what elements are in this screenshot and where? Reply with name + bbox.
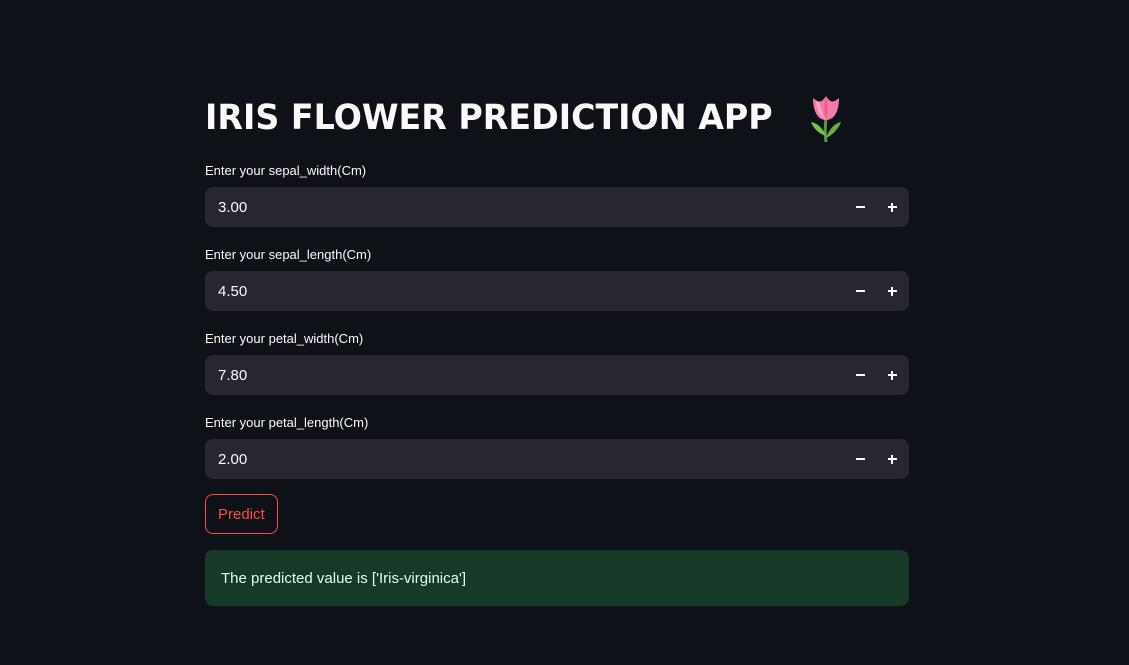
sepal-width-decrement-button[interactable] xyxy=(844,187,876,227)
petal-width-number-input xyxy=(205,354,909,396)
petal-length-number-input xyxy=(205,438,909,480)
sepal-length-number-input xyxy=(205,270,909,312)
plus-icon xyxy=(887,202,897,212)
sepal-width-input[interactable] xyxy=(205,186,844,228)
sepal-length-field: Enter your sepal_length(Cm) xyxy=(205,246,909,312)
petal-length-label: Enter your petal_length(Cm) xyxy=(205,415,369,430)
petal-length-increment-button[interactable] xyxy=(876,439,908,479)
minus-icon xyxy=(855,206,865,208)
sepal-width-increment-button[interactable] xyxy=(876,187,908,227)
sepal-width-field: Enter your sepal_width(Cm) xyxy=(205,162,909,228)
plus-icon xyxy=(887,286,897,296)
petal-length-field: Enter your petal_length(Cm) xyxy=(205,414,909,480)
plus-icon xyxy=(887,454,897,464)
minus-icon xyxy=(855,374,865,376)
plus-icon xyxy=(887,370,897,380)
page-header: IRIS FLOWER PREDICTION APP xyxy=(205,88,841,148)
petal-width-decrement-button[interactable] xyxy=(844,355,876,395)
petal-width-field: Enter your petal_width(Cm) xyxy=(205,330,909,396)
sepal-length-input[interactable] xyxy=(205,270,844,312)
prediction-result-text: The predicted value is ['Iris-virginica'… xyxy=(221,569,466,587)
sepal-length-decrement-button[interactable] xyxy=(844,271,876,311)
petal-width-input[interactable] xyxy=(205,354,844,396)
sepal-width-number-input xyxy=(205,186,909,228)
petal-length-input[interactable] xyxy=(205,438,844,480)
tulip-icon xyxy=(811,96,841,143)
sepal-width-label: Enter your sepal_width(Cm) xyxy=(205,163,367,178)
sepal-length-label: Enter your sepal_length(Cm) xyxy=(205,247,372,262)
petal-width-increment-button[interactable] xyxy=(876,355,908,395)
prediction-result-alert: The predicted value is ['Iris-virginica'… xyxy=(205,550,909,606)
minus-icon xyxy=(855,458,865,460)
petal-width-label: Enter your petal_width(Cm) xyxy=(205,331,364,346)
sepal-length-increment-button[interactable] xyxy=(876,271,908,311)
page-title: IRIS FLOWER PREDICTION APP xyxy=(205,98,773,138)
predict-button[interactable]: Predict xyxy=(205,494,278,534)
petal-length-decrement-button[interactable] xyxy=(844,439,876,479)
minus-icon xyxy=(855,290,865,292)
